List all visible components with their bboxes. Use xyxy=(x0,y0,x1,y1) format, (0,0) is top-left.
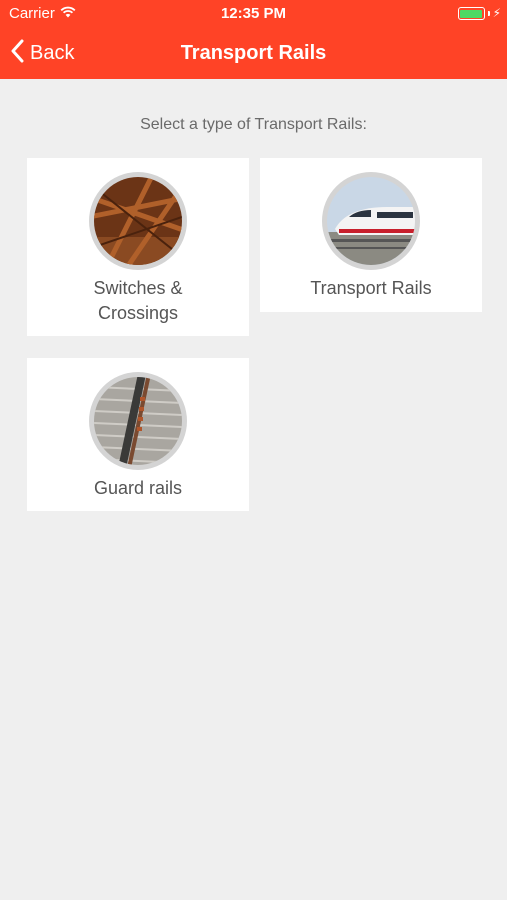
category-thumbnail xyxy=(322,172,420,270)
guard-rail-icon xyxy=(94,377,182,465)
category-card-guard-rails[interactable]: Guard rails xyxy=(27,358,249,511)
battery-indicator: ⚡ xyxy=(457,6,501,20)
rail-switch-icon xyxy=(94,177,182,265)
train-icon xyxy=(327,177,415,265)
charging-icon: ⚡ xyxy=(492,6,501,20)
category-label: Transport Rails xyxy=(310,278,432,298)
navigation-bar: Back Transport Rails xyxy=(0,28,507,79)
page-title: Transport Rails xyxy=(180,42,327,64)
category-thumbnail xyxy=(89,172,187,270)
category-label: Guard rails xyxy=(93,478,183,498)
status-time: 12:35 PM xyxy=(220,5,287,22)
selection-prompt: Select a type of Transport Rails: xyxy=(140,116,367,133)
status-bar: Carrier 12:35 PM ⚡ xyxy=(0,0,507,28)
battery-icon xyxy=(457,7,485,20)
app-header: Carrier 12:35 PM ⚡ Back Transport Rails xyxy=(0,0,507,79)
category-card-switches-crossings[interactable]: Switches & Crossings xyxy=(27,158,249,336)
category-card-transport-rails[interactable]: Transport Rails xyxy=(260,158,482,312)
category-label: Switches & Crossings xyxy=(93,278,183,323)
category-thumbnail xyxy=(89,372,187,470)
